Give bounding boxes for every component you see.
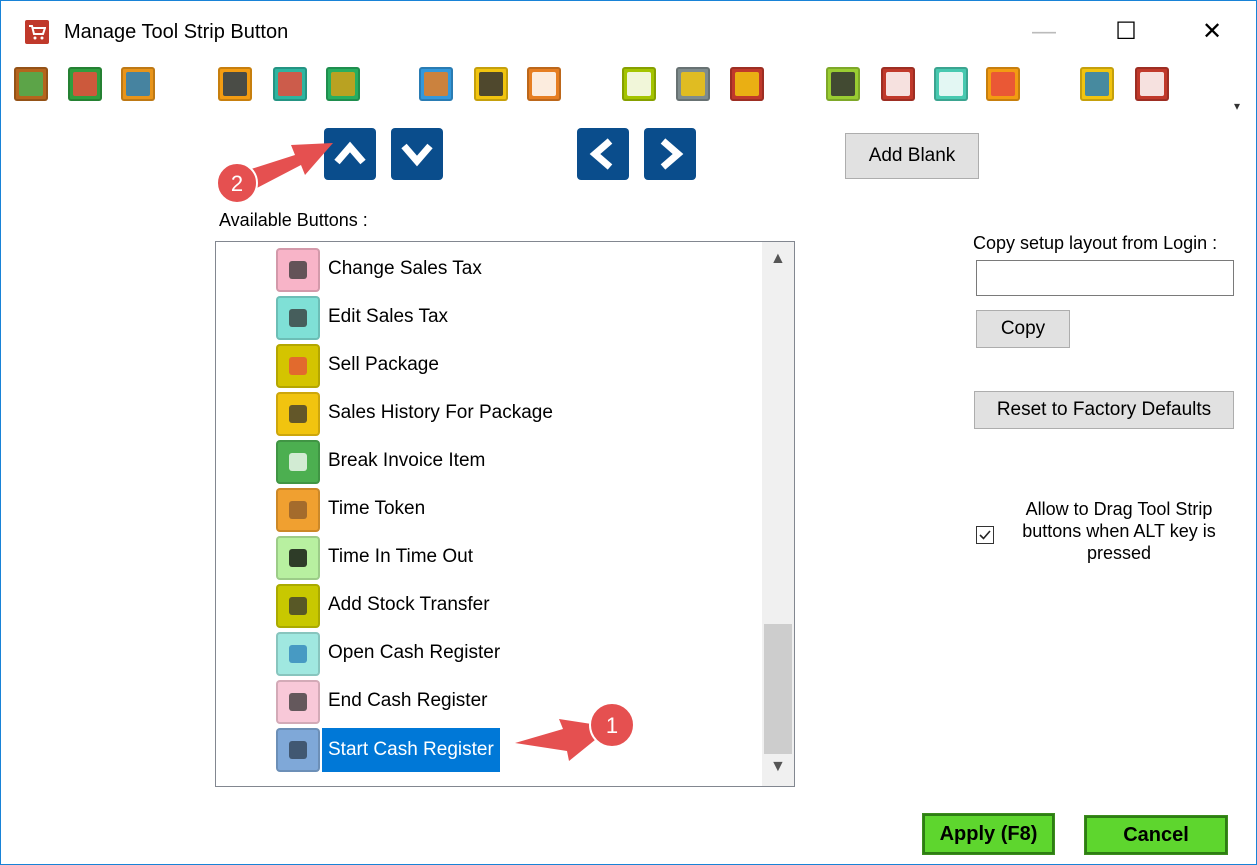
toolstrip-button-notepad[interactable] xyxy=(474,67,508,101)
end-cash-register-icon xyxy=(276,680,320,724)
maximize-button[interactable]: ☐ xyxy=(1101,13,1151,51)
toolstrip-button-cancel[interactable] xyxy=(730,67,764,101)
chevron-right-icon xyxy=(660,138,684,170)
chevron-left-icon xyxy=(589,138,613,170)
cart-app-icon xyxy=(25,20,49,44)
time-token-icon xyxy=(276,488,320,532)
cancel-button[interactable]: Cancel xyxy=(1084,815,1228,855)
list-item-label: Add Stock Transfer xyxy=(328,594,490,615)
tax-calculator-icon xyxy=(886,72,910,96)
list-item-label: End Cash Register xyxy=(328,690,488,711)
list-item-label: Time Token xyxy=(328,498,426,519)
callout-arrow-1: 1 xyxy=(515,702,635,761)
chevron-down-icon xyxy=(401,143,433,167)
reset-defaults-button[interactable]: Reset to Factory Defaults xyxy=(974,391,1234,429)
toolstrip-button-open-register[interactable] xyxy=(68,67,102,101)
move-right-button[interactable] xyxy=(644,128,696,180)
callout-number-1: 1 xyxy=(606,713,618,738)
scroll-up-arrow[interactable]: ▲ xyxy=(770,250,786,268)
toolstrip-button-checklist[interactable] xyxy=(622,67,656,101)
list-item-label: Time In Time Out xyxy=(328,546,473,567)
change-sales-tax-icon xyxy=(276,248,320,292)
toolstrip-button-tiles[interactable] xyxy=(986,67,1020,101)
toolstrip-button-rs-calculator[interactable] xyxy=(934,67,968,101)
toolstrip-button-counter[interactable] xyxy=(1135,67,1169,101)
return-icon xyxy=(532,72,556,96)
list-item-label: Break Invoice Item xyxy=(328,450,486,471)
copy-from-label: Copy setup layout from Login : xyxy=(973,233,1218,253)
minimize-button[interactable]: — xyxy=(1019,13,1069,51)
drag-toolstrip-label: Allow to Drag Tool Strip buttons when AL… xyxy=(1022,499,1216,563)
list-item-label: Sell Package xyxy=(328,354,439,375)
callout-arrow-2: 2 xyxy=(216,143,333,204)
toolstrip-button-cash-register[interactable] xyxy=(14,67,48,101)
edit-invoice-icon xyxy=(223,72,247,96)
sell-package-icon xyxy=(276,344,320,388)
calculator-icon xyxy=(831,72,855,96)
toolstrip-button-stock-download[interactable] xyxy=(326,67,360,101)
toolstrip-button-edit-invoice[interactable] xyxy=(218,67,252,101)
callout-number-2: 2 xyxy=(231,171,243,196)
scroll-thumb[interactable] xyxy=(764,624,792,754)
close-register-icon xyxy=(126,72,150,96)
open-cash-register-icon xyxy=(276,632,320,676)
toolstrip-button-cart[interactable] xyxy=(273,67,307,101)
spot-icon xyxy=(681,72,705,96)
toolstrip-button-calculator[interactable] xyxy=(826,67,860,101)
toolstrip-button-tax-calculator[interactable] xyxy=(881,67,915,101)
apply-button[interactable]: Apply (F8) xyxy=(922,813,1055,855)
overflow-icon[interactable]: ▾ xyxy=(1234,99,1240,113)
list-item-label: Edit Sales Tax xyxy=(328,306,449,327)
add-blank-button[interactable]: Add Blank xyxy=(845,133,979,179)
maximize-icon: ☐ xyxy=(1115,18,1137,45)
toolstrip-button-user[interactable] xyxy=(1080,67,1114,101)
user-icon xyxy=(1085,72,1109,96)
move-left-button[interactable] xyxy=(577,128,629,180)
toolstrip-button-spot[interactable] xyxy=(676,67,710,101)
package-history-icon xyxy=(276,392,320,436)
cancel-icon xyxy=(735,72,759,96)
rs-calculator-icon xyxy=(939,72,963,96)
toolstrip-button-return[interactable] xyxy=(527,67,561,101)
available-buttons-list[interactable]: ▲ ▼ Change Sales Tax Edit Sales Tax Sell P… xyxy=(215,241,795,787)
list-item-label: Open Cash Register xyxy=(328,642,501,663)
drag-toolstrip-checkbox[interactable] xyxy=(976,526,994,544)
list-item-label: Sales History For Package xyxy=(328,402,553,423)
toolstrip-button-close-register[interactable] xyxy=(121,67,155,101)
notepad-icon xyxy=(479,72,503,96)
move-down-button[interactable] xyxy=(391,128,443,180)
cart-icon xyxy=(278,72,302,96)
close-icon: ✕ xyxy=(1201,18,1223,45)
window-title: Manage Tool Strip Button xyxy=(64,21,289,43)
dialog-window: Manage Tool Strip Button — ☐ ✕ ▾ Add Bla… xyxy=(0,0,1257,865)
scroll-down-arrow[interactable]: ▼ xyxy=(770,758,786,776)
tiles-icon xyxy=(991,72,1015,96)
available-buttons-label: Available Buttons : xyxy=(219,210,368,230)
close-button[interactable]: ✕ xyxy=(1187,13,1237,51)
open-register-icon xyxy=(73,72,97,96)
transfer-icon xyxy=(424,72,448,96)
title-bar: Manage Tool Strip Button — ☐ ✕ xyxy=(1,1,1256,59)
list-item-label: Start Cash Register xyxy=(322,728,500,772)
list-item-label: Change Sales Tax xyxy=(328,258,482,279)
counter-icon xyxy=(1140,72,1164,96)
edit-sales-tax-icon xyxy=(276,296,320,340)
break-invoice-icon xyxy=(276,440,320,484)
tool-strip: ▾ xyxy=(1,59,1256,121)
minimize-icon: — xyxy=(1032,18,1056,45)
checklist-icon xyxy=(627,72,651,96)
checkmark-icon xyxy=(979,530,991,540)
toolstrip-button-transfer[interactable] xyxy=(419,67,453,101)
login-input[interactable] xyxy=(976,260,1234,296)
start-cash-register-icon xyxy=(276,728,320,772)
stock-download-icon xyxy=(331,72,355,96)
copy-button[interactable]: Copy xyxy=(976,310,1070,348)
clock-icon xyxy=(276,536,320,580)
stock-transfer-icon xyxy=(276,584,320,628)
cash-register-icon xyxy=(19,72,43,96)
list-scrollbar[interactable]: ▲ ▼ xyxy=(762,242,794,786)
